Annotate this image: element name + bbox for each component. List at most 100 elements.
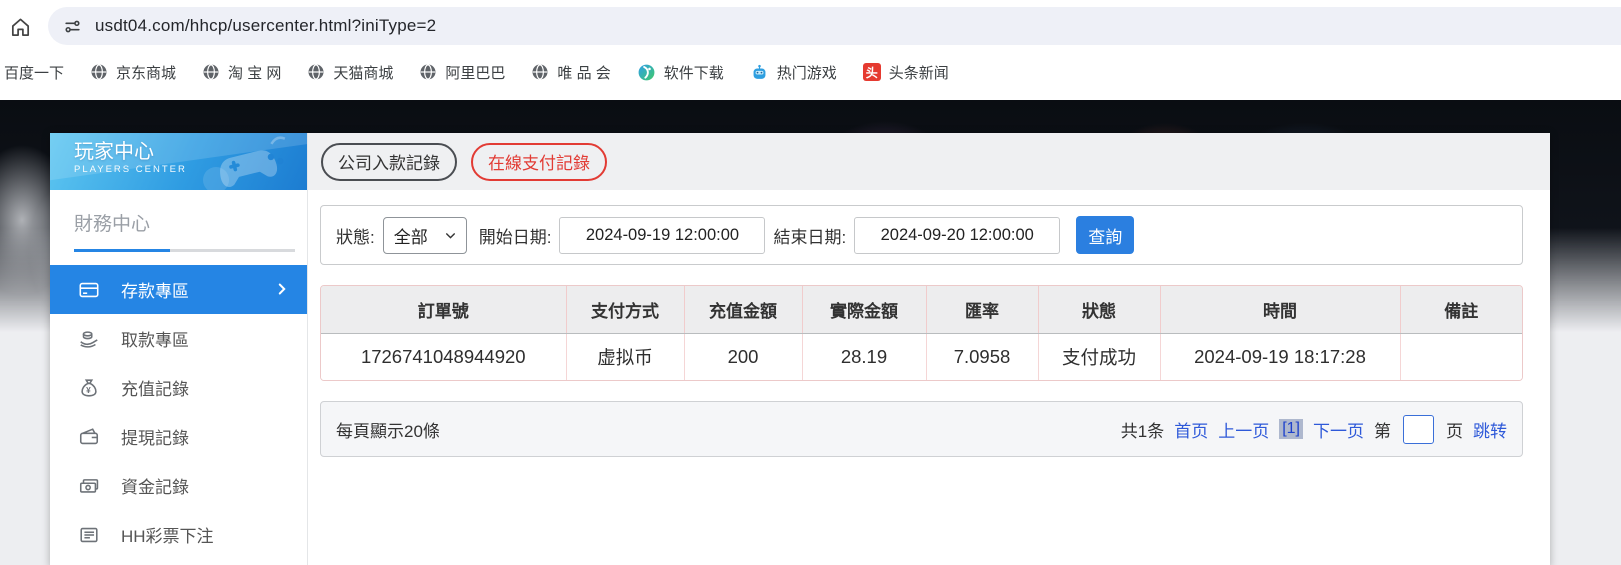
col-status: 狀態 bbox=[1038, 286, 1161, 334]
table-row: 1726741048944920 虚拟币 200 28.19 7.0958 支付… bbox=[321, 333, 1522, 380]
banknotes-icon bbox=[78, 475, 100, 497]
content-area: 公司入款記錄 在線支付記錄 狀態: 全部 開始日期: 結束日期: bbox=[308, 133, 1550, 565]
col-time: 時間 bbox=[1160, 286, 1401, 334]
status-label: 狀態: bbox=[336, 227, 375, 247]
sidebar-header: 玩家中心 PLAYERS CENTER bbox=[50, 133, 307, 190]
globe-icon bbox=[202, 63, 220, 81]
chevron-down-icon bbox=[445, 232, 455, 239]
bookmarks-bar: 百度一下 京东商城 淘 宝 网 天猫商城 阿里巴巴 唯 品 会 软件下载 热门游… bbox=[0, 52, 1621, 92]
total-count-text: 共1条 bbox=[1120, 421, 1165, 441]
cell-payment-method: 虚拟币 bbox=[566, 333, 685, 380]
jump-suffix-text: 页 bbox=[1446, 421, 1463, 441]
home-button[interactable] bbox=[5, 12, 35, 42]
globe-icon bbox=[90, 63, 108, 81]
ticket-list-icon bbox=[78, 524, 100, 546]
sidebar-section: 財務中心 bbox=[50, 190, 307, 252]
sidebar-item-funds-records[interactable]: 資金記錄 bbox=[50, 461, 307, 510]
start-date-label: 開始日期: bbox=[478, 227, 552, 247]
tab-strip: 公司入款記錄 在線支付記錄 bbox=[308, 133, 1550, 190]
sidebar-menu: 存款專區 取款專區 ¥ 充值記錄 提現記錄 資金記錄 HH彩票下注 bbox=[50, 265, 307, 559]
chevron-right-icon bbox=[278, 283, 286, 295]
col-exchange-rate: 匯率 bbox=[926, 286, 1039, 334]
sidebar: 玩家中心 PLAYERS CENTER 財務中心 存款專區 取款專區 ¥ 充值記… bbox=[50, 133, 308, 565]
col-actual-amount: 實際金額 bbox=[802, 286, 927, 334]
screen: usdt04.com/hhcp/usercenter.html?iniType=… bbox=[0, 0, 1621, 565]
bank-card-icon bbox=[78, 279, 100, 301]
sidebar-item-label: HH彩票下注 bbox=[121, 527, 214, 546]
site-info-icon[interactable] bbox=[63, 17, 82, 36]
bookmark-jd[interactable]: 京东商城 bbox=[77, 62, 189, 83]
next-page-link[interactable]: 下一页 bbox=[1313, 417, 1364, 442]
page-number-input[interactable] bbox=[1403, 414, 1434, 444]
bookmark-games[interactable]: 热门游戏 bbox=[737, 62, 850, 83]
bookmark-software[interactable]: 软件下载 bbox=[624, 62, 737, 83]
url-text: usdt04.com/hhcp/usercenter.html?iniType=… bbox=[95, 16, 437, 35]
end-date-label: 結束日期: bbox=[773, 227, 847, 247]
prev-page-link[interactable]: 上一页 bbox=[1218, 417, 1269, 442]
table-header-row: 訂單號 支付方式 充值金額 實際金額 匯率 狀態 時間 備註 bbox=[321, 286, 1522, 334]
sidebar-item-recharge-records[interactable]: ¥ 充值記錄 bbox=[50, 363, 307, 412]
svg-text:¥: ¥ bbox=[86, 386, 91, 395]
cell-exchange-rate: 7.0958 bbox=[926, 333, 1039, 380]
cell-remark bbox=[1400, 333, 1522, 380]
cell-recharge-amount: 200 bbox=[684, 333, 803, 380]
bookmark-alibaba[interactable]: 阿里巴巴 bbox=[406, 62, 518, 83]
start-date-input[interactable] bbox=[559, 216, 766, 254]
col-payment-method: 支付方式 bbox=[566, 286, 685, 334]
tab-online-payment-records[interactable]: 在線支付記錄 bbox=[471, 142, 607, 181]
cell-actual-amount: 28.19 bbox=[802, 333, 927, 380]
sidebar-item-deposit[interactable]: 存款專區 bbox=[50, 265, 307, 314]
tab-company-deposit-records[interactable]: 公司入款記錄 bbox=[321, 142, 457, 181]
col-remark: 備註 bbox=[1400, 286, 1522, 334]
content-body: 狀態: 全部 開始日期: 結束日期: 查詢 bbox=[308, 190, 1550, 457]
jump-prefix-text: 第 bbox=[1374, 421, 1391, 441]
hand-coins-icon bbox=[78, 328, 100, 350]
page-size-text: 每頁顯示20條 bbox=[336, 421, 440, 441]
cell-status: 支付成功 bbox=[1038, 333, 1161, 380]
bookmark-tmall[interactable]: 天猫商城 bbox=[294, 62, 406, 83]
status-select[interactable]: 全部 bbox=[382, 216, 467, 254]
sidebar-item-hh-lottery-bets[interactable]: HH彩票下注 bbox=[50, 510, 307, 559]
game-icon bbox=[750, 63, 769, 82]
browser-chrome: usdt04.com/hhcp/usercenter.html?iniType=… bbox=[0, 0, 1621, 100]
bookmark-vip[interactable]: 唯 品 会 bbox=[518, 62, 623, 83]
cell-order-number: 1726741048944920 bbox=[321, 333, 567, 380]
records-table: 訂單號 支付方式 充值金額 實際金額 匯率 狀態 時間 備註 172674104… bbox=[320, 285, 1523, 381]
bookmark-taobao[interactable]: 淘 宝 网 bbox=[189, 62, 294, 83]
sidebar-item-label: 資金記錄 bbox=[121, 478, 189, 497]
current-page-indicator: [1] bbox=[1279, 419, 1303, 439]
money-bag-icon: ¥ bbox=[78, 377, 100, 399]
bookmark-baidu[interactable]: 百度一下 bbox=[3, 62, 77, 83]
end-date-input[interactable] bbox=[854, 216, 1061, 254]
page-background: 玩家中心 PLAYERS CENTER 財務中心 存款專區 取款專區 ¥ 充值記… bbox=[0, 100, 1621, 565]
sidebar-item-withdraw-records[interactable]: 提現記錄 bbox=[50, 412, 307, 461]
globe-icon bbox=[419, 63, 437, 81]
sidebar-item-label: 充值記錄 bbox=[121, 380, 189, 399]
pagination-bar: 每頁顯示20條 共1条 首页 上一页 [1] 下一页 第 页 跳转 bbox=[320, 401, 1523, 457]
sidebar-item-label: 取款專區 bbox=[121, 331, 189, 350]
address-bar[interactable]: usdt04.com/hhcp/usercenter.html?iniType=… bbox=[48, 7, 1621, 45]
globe-icon bbox=[531, 63, 549, 81]
section-underline bbox=[74, 249, 295, 252]
cell-time: 2024-09-19 18:17:28 bbox=[1160, 333, 1401, 380]
sidebar-item-withdraw[interactable]: 取款專區 bbox=[50, 314, 307, 363]
col-recharge-amount: 充值金額 bbox=[684, 286, 803, 334]
wallet-icon bbox=[78, 426, 100, 448]
browser-toolbar: usdt04.com/hhcp/usercenter.html?iniType=… bbox=[0, 0, 1621, 52]
status-select-value: 全部 bbox=[393, 227, 428, 247]
query-button[interactable]: 查詢 bbox=[1076, 216, 1135, 254]
pager: 共1条 首页 上一页 [1] 下一页 第 页 跳转 bbox=[1120, 414, 1507, 444]
jump-button[interactable]: 跳转 bbox=[1473, 417, 1507, 442]
sidebar-section-label: 財務中心 bbox=[74, 214, 151, 235]
user-center-panel: 玩家中心 PLAYERS CENTER 財務中心 存款專區 取款專區 ¥ 充值記… bbox=[50, 133, 1550, 565]
circle-watermark bbox=[203, 167, 229, 190]
bookmark-toutiao[interactable]: 头 头条新闻 bbox=[850, 62, 962, 83]
home-icon bbox=[11, 17, 29, 36]
toutiao-icon: 头 bbox=[862, 63, 881, 81]
download-icon bbox=[637, 63, 656, 82]
col-order-number: 訂單號 bbox=[321, 286, 567, 334]
sidebar-item-label: 提現記錄 bbox=[121, 429, 189, 448]
sidebar-item-label: 存款專區 bbox=[121, 282, 189, 301]
first-page-link[interactable]: 首页 bbox=[1174, 417, 1208, 442]
globe-icon bbox=[307, 63, 325, 81]
